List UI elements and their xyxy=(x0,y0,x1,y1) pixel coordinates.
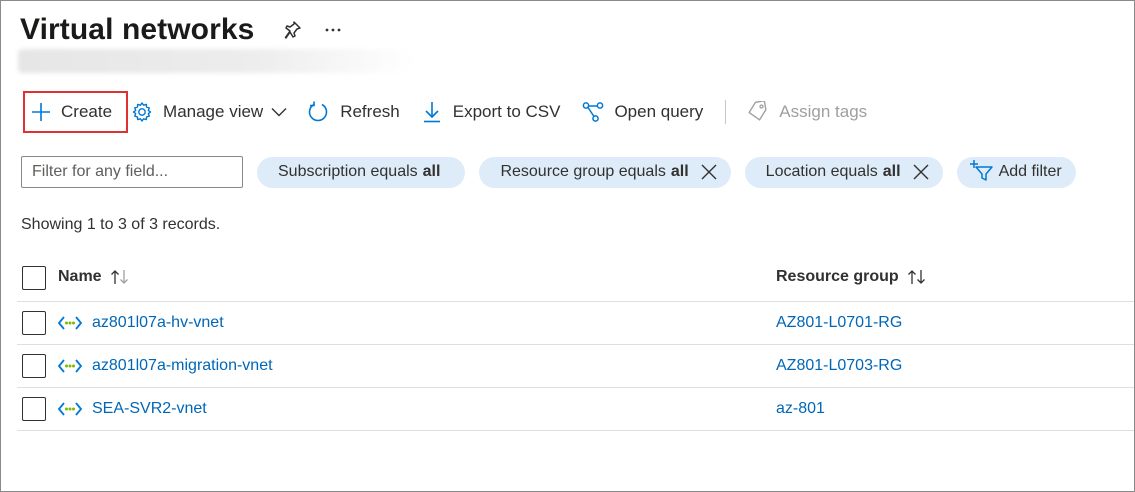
table-row: az801l07a-hv-vnet AZ801-L0701-RG xyxy=(17,302,1134,345)
title-actions xyxy=(284,20,342,40)
chevron-down-icon xyxy=(271,107,287,117)
query-icon xyxy=(582,101,604,123)
open-query-label: Open query xyxy=(614,102,704,121)
resource-group-column-header[interactable]: Resource group xyxy=(776,268,927,286)
records-count: Showing 1 to 3 of 3 records. xyxy=(21,216,221,233)
resource-group-link[interactable]: AZ801-L0701-RG xyxy=(776,314,902,332)
pill-label: Subscription equals xyxy=(278,163,418,180)
create-button[interactable]: Create xyxy=(23,91,129,133)
name-cell: az801l07a-hv-vnet xyxy=(58,314,224,332)
pill-label: Location equals xyxy=(765,163,878,180)
toolbar-divider xyxy=(725,100,727,124)
name-column-header[interactable]: Name xyxy=(58,268,130,286)
column-header-label: Name xyxy=(58,268,102,285)
close-icon[interactable] xyxy=(701,164,717,180)
table-row: SEA-SVR2-vnet az-801 xyxy=(17,388,1134,431)
add-filter-button[interactable]: Add filter xyxy=(956,156,1076,188)
pin-icon[interactable] xyxy=(284,20,302,40)
resource-group-link[interactable]: az-801 xyxy=(776,400,825,418)
vnet-icon xyxy=(58,359,82,373)
refresh-label: Refresh xyxy=(340,102,400,121)
name-cell: SEA-SVR2-vnet xyxy=(58,400,207,418)
title-row: Virtual networks xyxy=(20,13,342,47)
page-title: Virtual networks xyxy=(20,13,255,46)
open-query-button[interactable]: Open query xyxy=(582,92,703,132)
export-csv-button[interactable]: Export to CSV xyxy=(423,92,561,132)
manage-view-label: Manage view xyxy=(163,102,264,121)
pill-value: all xyxy=(670,163,689,180)
tag-icon xyxy=(748,101,768,123)
subtitle-blurred xyxy=(18,49,413,73)
resource-group-filter-pill[interactable]: Resource group equals all xyxy=(479,156,731,188)
assign-tags-label: Assign tags xyxy=(779,102,868,121)
sort-icon xyxy=(110,269,130,285)
table-header-row: Name Resource group xyxy=(17,253,1134,302)
filter-input[interactable] xyxy=(21,156,243,188)
more-icon[interactable] xyxy=(324,27,342,33)
vnet-icon xyxy=(58,402,82,416)
download-icon xyxy=(423,101,441,123)
vnet-table: Name Resource group az801l07a-hv-vnet AZ… xyxy=(17,253,1134,431)
pill-label: Resource group equals xyxy=(500,163,666,180)
vnet-name-link[interactable]: az801l07a-hv-vnet xyxy=(92,314,224,332)
column-header-label: Resource group xyxy=(776,268,899,285)
refresh-button[interactable]: Refresh xyxy=(307,92,400,132)
refresh-icon xyxy=(307,101,329,123)
command-bar: Create Manage view Refresh Export to CSV… xyxy=(23,91,867,133)
manage-view-button[interactable]: Manage view xyxy=(131,92,287,132)
row-checkbox[interactable] xyxy=(22,311,46,335)
filter-add-icon xyxy=(969,159,993,186)
pill-value: all xyxy=(882,163,901,180)
export-label: Export to CSV xyxy=(452,102,561,121)
plus-icon xyxy=(31,102,51,122)
vnet-name-link[interactable]: SEA-SVR2-vnet xyxy=(92,400,207,418)
pill-value: all xyxy=(422,163,441,180)
location-filter-pill[interactable]: Location equals all xyxy=(744,156,943,188)
vnet-name-link[interactable]: az801l07a-migration-vnet xyxy=(92,357,273,375)
row-checkbox[interactable] xyxy=(22,354,46,378)
virtual-networks-blade: Virtual networks Create Manage view Refr… xyxy=(0,0,1135,492)
gear-icon xyxy=(131,101,153,123)
resource-group-link[interactable]: AZ801-L0703-RG xyxy=(776,357,902,375)
filter-bar: Subscription equals all Resource group e… xyxy=(21,156,1076,188)
resource-group-cell: AZ801-L0703-RG xyxy=(776,357,902,375)
resource-group-cell: AZ801-L0701-RG xyxy=(776,314,902,332)
vnet-icon xyxy=(58,316,82,330)
add-filter-label: Add filter xyxy=(998,163,1062,180)
select-all-checkbox[interactable] xyxy=(22,266,46,290)
close-icon[interactable] xyxy=(913,164,929,180)
sort-icon xyxy=(907,269,927,285)
table-row: az801l07a-migration-vnet AZ801-L0703-RG xyxy=(17,345,1134,388)
name-cell: az801l07a-migration-vnet xyxy=(58,357,273,375)
resource-group-cell: az-801 xyxy=(776,400,825,418)
row-checkbox[interactable] xyxy=(22,397,46,421)
assign-tags-button: Assign tags xyxy=(748,92,867,132)
subscription-filter-pill[interactable]: Subscription equals all xyxy=(257,156,466,188)
create-label: Create xyxy=(61,102,113,121)
